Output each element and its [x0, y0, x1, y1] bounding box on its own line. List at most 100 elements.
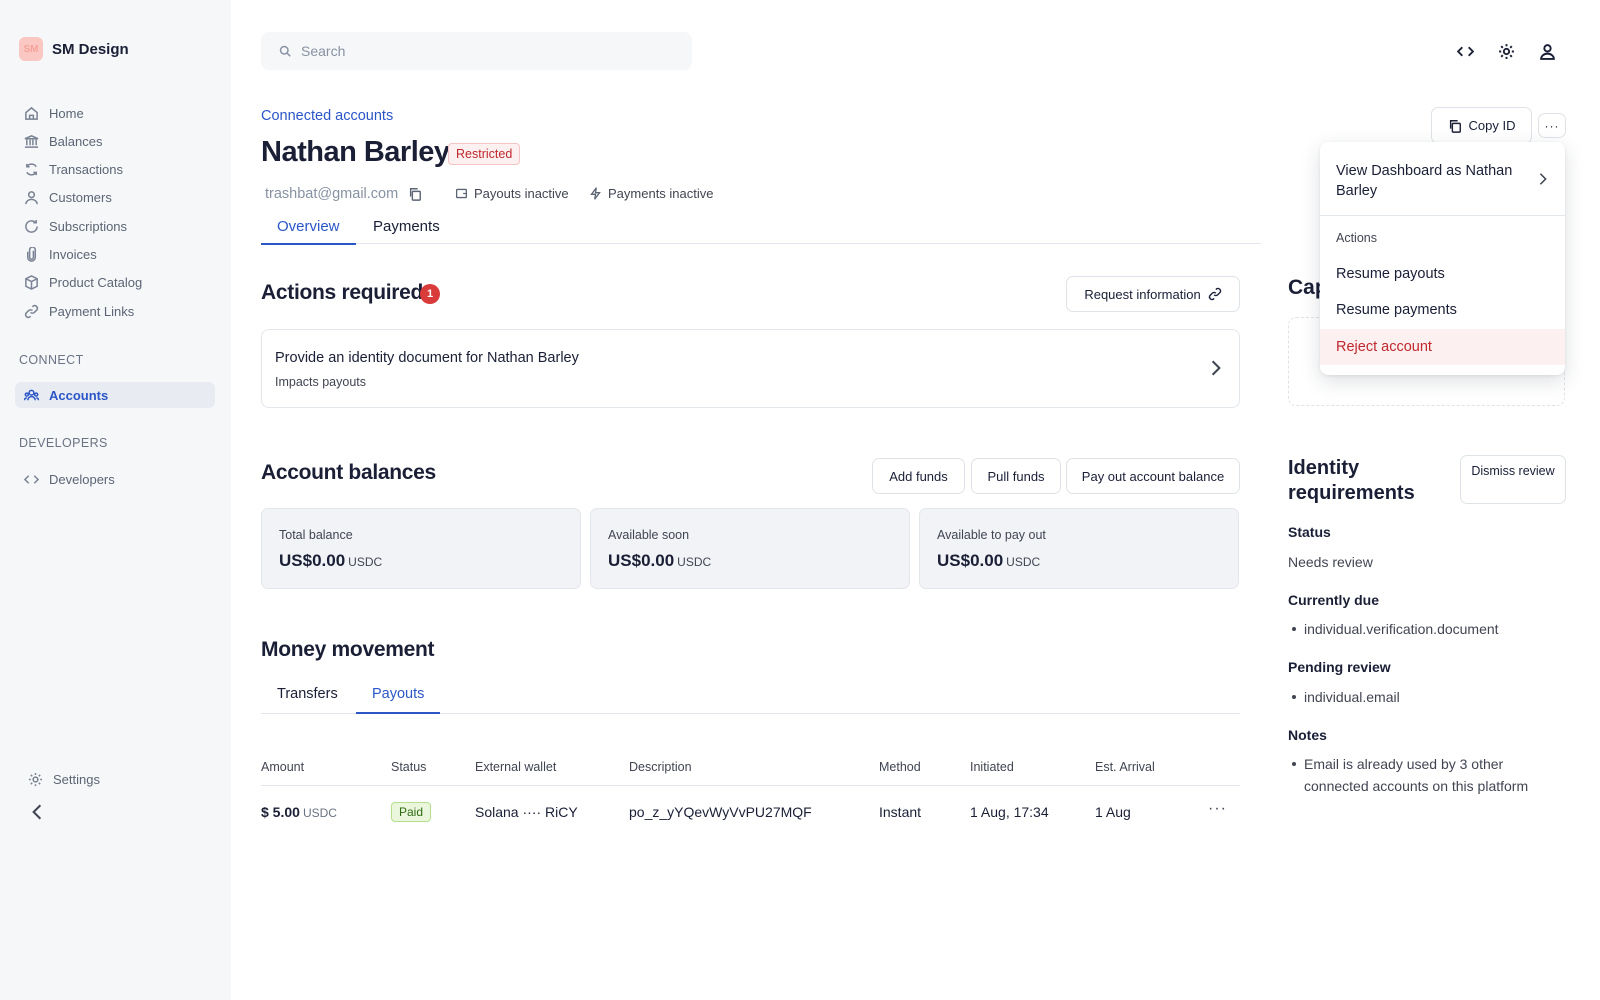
actions-required-title: Actions required: [261, 281, 424, 304]
sidebar-item-label: Developers: [49, 471, 115, 487]
pay-out-balance-button[interactable]: Pay out account balance: [1066, 458, 1240, 494]
link-icon: [1208, 287, 1221, 301]
balance-amount: US$0.00: [937, 551, 1004, 570]
reject-account-item[interactable]: Reject account: [1320, 329, 1565, 365]
tab-payouts[interactable]: Payouts: [356, 686, 441, 714]
lightning-icon: [590, 187, 601, 200]
users-icon: [24, 389, 39, 400]
notes-item: Email is already used by 3 other connect…: [1304, 756, 1529, 794]
sidebar-item-transactions[interactable]: Transactions: [15, 157, 215, 183]
sidebar-item-developers[interactable]: Developers: [15, 466, 215, 492]
request-information-button[interactable]: Request information: [1066, 276, 1240, 312]
collapse-sidebar-button[interactable]: [28, 803, 46, 821]
action-title: Provide an identity document for Nathan …: [275, 350, 579, 366]
amount-unit: USDC: [302, 806, 337, 820]
section-label-developers: DEVELOPERS: [19, 436, 108, 450]
actions-section-label: Actions: [1336, 231, 1377, 245]
list-item: individual.verification.document: [1292, 618, 1549, 640]
chevron-right-icon: [1539, 173, 1547, 185]
balance-label: Available soon: [608, 528, 690, 542]
column-header: Method: [879, 760, 921, 774]
column-header: Amount: [261, 760, 305, 774]
chevron-left-icon: [32, 804, 42, 820]
main-nav: Home Balances Transactions Customers Sub…: [15, 100, 215, 326]
bullet-dot: [1292, 627, 1296, 631]
sidebar-item-label: Customers: [49, 190, 112, 206]
status-value: Needs review: [1288, 554, 1373, 570]
code-icon: [1456, 46, 1474, 56]
sidebar-item-customers[interactable]: Customers: [15, 185, 215, 211]
user-icon: [25, 191, 38, 205]
sidebar-item-label: Balances: [49, 133, 103, 149]
account-email: trashbat@gmail.com: [265, 186, 422, 202]
payout-method: Instant: [879, 804, 922, 820]
bullet-dot: [1292, 695, 1296, 699]
sidebar-item-balances[interactable]: Balances: [15, 128, 215, 154]
resume-payments-item[interactable]: Resume payments: [1320, 292, 1565, 328]
external-wallet: Solana ···· RiCY: [475, 804, 578, 820]
search-input[interactable]: [301, 43, 661, 59]
tab-transfers[interactable]: Transfers: [261, 686, 354, 714]
payout-amount: $ 5.00 USDC: [261, 804, 337, 820]
refresh-icon: [26, 163, 37, 176]
sidebar-item-invoices[interactable]: Invoices: [15, 241, 215, 267]
sidebar: SM SM Design Home Balances Transactions …: [0, 0, 231, 1000]
dismiss-review-button[interactable]: Dismiss review: [1460, 455, 1566, 504]
section-label-connect: CONNECT: [19, 353, 84, 367]
column-header: Description: [629, 760, 692, 774]
column-header: Status: [391, 760, 427, 774]
balance-value: US$0.00 USDC: [937, 551, 1040, 571]
profile-button[interactable]: [1536, 40, 1558, 62]
balance-label: Available to pay out: [937, 528, 1046, 542]
row-more-button[interactable]: ···: [1208, 800, 1227, 818]
email-text: trashbat@gmail.com: [265, 186, 399, 202]
settings-button[interactable]: [1495, 40, 1517, 62]
sidebar-item-accounts[interactable]: Accounts: [15, 382, 215, 408]
currently-due-item: individual.verification.document: [1304, 621, 1499, 637]
sidebar-item-label: Transactions: [49, 162, 123, 178]
sidebar-item-label: Accounts: [49, 387, 109, 403]
amount-value: $ 5.00: [261, 804, 300, 820]
breadcrumb[interactable]: Connected accounts: [261, 108, 393, 124]
table-row[interactable]: $ 5.00 USDC Paid Solana ···· RiCY po_z_yY…: [261, 796, 1240, 826]
sidebar-item-payment-links[interactable]: Payment Links: [15, 298, 215, 324]
home-icon: [25, 106, 38, 120]
tab-overview[interactable]: Overview: [261, 218, 356, 245]
pull-funds-button[interactable]: Pull funds: [971, 458, 1061, 494]
pending-review-label: Pending review: [1288, 659, 1391, 675]
balance-value: US$0.00 USDC: [608, 551, 711, 571]
menu-divider: [1320, 215, 1565, 216]
brand-name: SM Design: [52, 40, 129, 58]
more-actions-button[interactable]: ···: [1538, 113, 1566, 138]
account-actions-menu: View Dashboard as Nathan Barley Actions …: [1320, 142, 1565, 375]
developers-nav: Developers: [15, 466, 215, 494]
search-icon: [279, 45, 291, 57]
add-funds-button[interactable]: Add funds: [872, 458, 965, 494]
sidebar-item-home[interactable]: Home: [15, 100, 215, 126]
search-bar[interactable]: [261, 32, 692, 70]
sidebar-item-subscriptions[interactable]: Subscriptions: [15, 213, 215, 239]
view-dashboard-item[interactable]: View Dashboard as Nathan Barley: [1320, 142, 1565, 215]
copy-id-label: Copy ID: [1468, 118, 1516, 133]
copy-icon[interactable]: [408, 187, 422, 201]
code-icon: [24, 474, 39, 484]
sidebar-item-product-catalog[interactable]: Product Catalog: [15, 270, 215, 296]
balance-amount: US$0.00: [279, 551, 346, 570]
pending-review-item: individual.email: [1304, 689, 1400, 705]
total-balance-card: Total balance US$0.00 USDC: [261, 508, 581, 589]
resume-payouts-item[interactable]: Resume payouts: [1320, 256, 1565, 292]
tab-payments[interactable]: Payments: [357, 218, 456, 244]
connect-nav: Accounts: [15, 382, 215, 410]
sidebar-item-settings[interactable]: Settings: [19, 766, 219, 792]
balance-amount: US$0.00: [608, 551, 675, 570]
identity-document-action[interactable]: Provide an identity document for Nathan …: [261, 329, 1240, 408]
brand[interactable]: SM SM Design: [19, 37, 129, 61]
identity-requirements-title: Identity requirements: [1288, 457, 1415, 504]
balance-unit: USDC: [1006, 555, 1041, 569]
actions-count-badge: 1: [420, 284, 440, 304]
copy-id-button[interactable]: Copy ID: [1431, 107, 1532, 144]
code-button[interactable]: [1454, 40, 1476, 62]
status-label: Status: [1288, 524, 1331, 540]
copy-icon: [1449, 119, 1461, 133]
user-icon: [1539, 43, 1555, 60]
